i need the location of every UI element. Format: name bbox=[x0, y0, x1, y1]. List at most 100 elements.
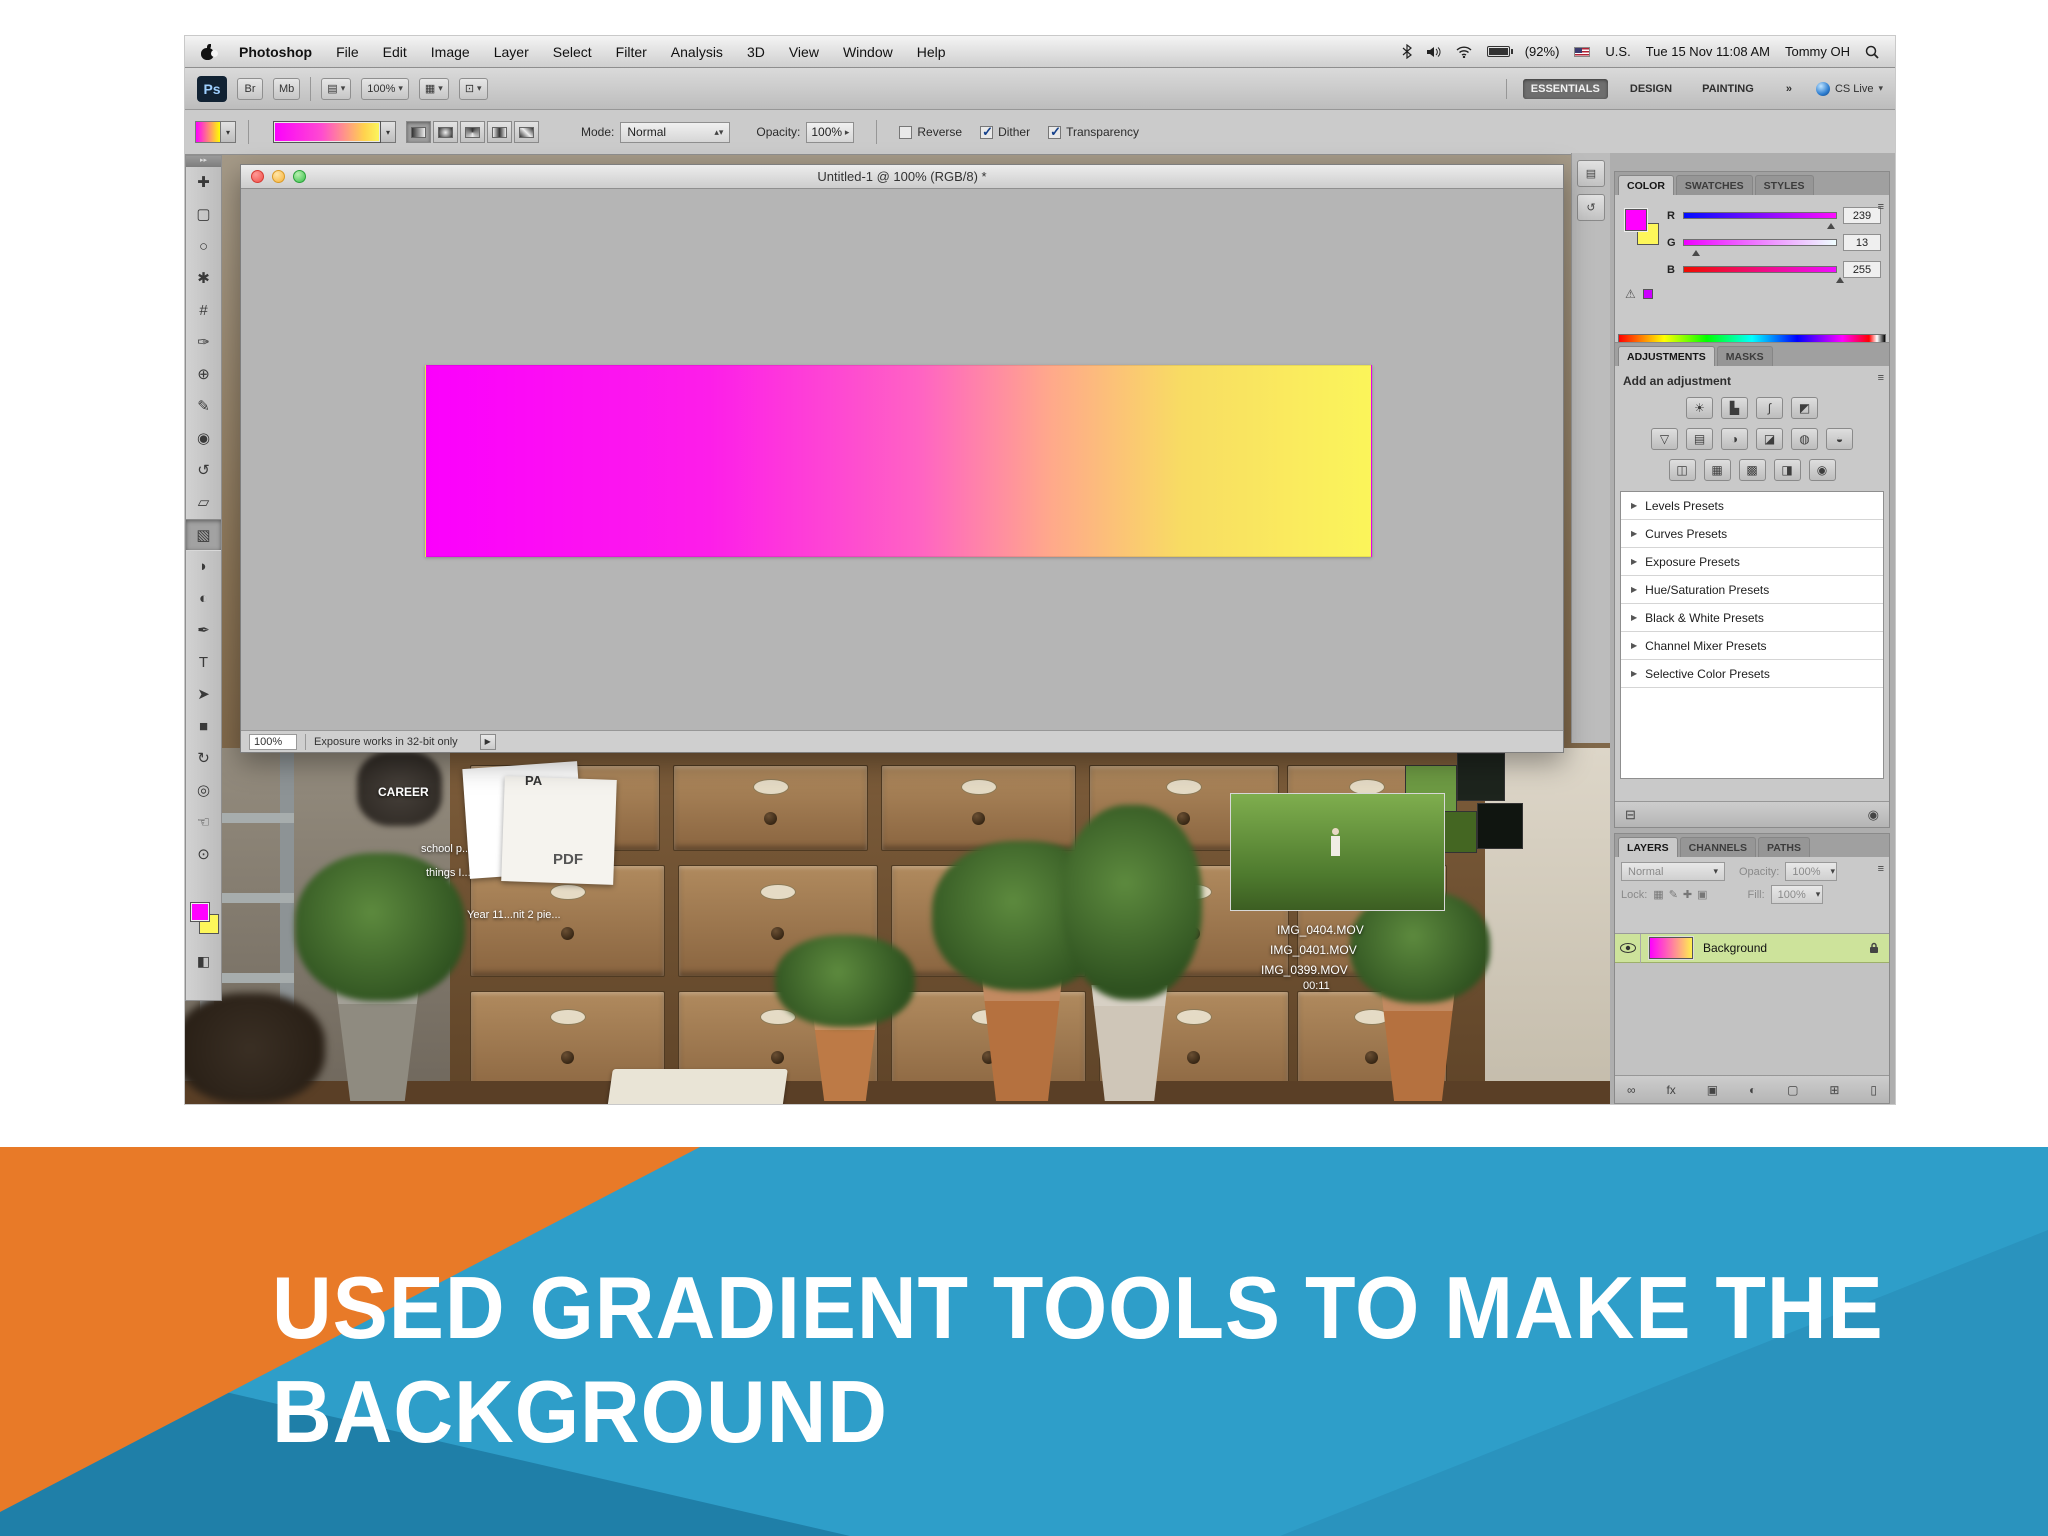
quick-selection-tool[interactable]: ✱ bbox=[186, 263, 221, 295]
vibrance-adjustment-icon[interactable]: ▽ bbox=[1651, 428, 1678, 450]
bridge-button[interactable]: Br bbox=[237, 77, 263, 100]
workspace-painting[interactable]: PAINTING bbox=[1694, 79, 1762, 99]
view-extras-button[interactable]: ▤ ▾ bbox=[321, 77, 352, 100]
preset-hue-saturation-presets[interactable]: ▶ Hue/Saturation Presets bbox=[1621, 576, 1883, 604]
zoom-level-button[interactable]: 100% ▾ bbox=[361, 77, 409, 100]
linear-gradient-button[interactable] bbox=[406, 121, 431, 143]
layer-opacity-field[interactable]: 100% ▾ bbox=[1785, 862, 1838, 881]
menu-photoshop[interactable]: Photoshop bbox=[239, 44, 312, 60]
menu-edit[interactable]: Edit bbox=[383, 44, 407, 60]
input-language[interactable]: U.S. bbox=[1605, 44, 1630, 59]
adjustments-visibility-icon[interactable]: ◉ bbox=[1868, 807, 1879, 823]
preset-channel-mixer-presets[interactable]: ▶ Channel Mixer Presets bbox=[1621, 632, 1883, 660]
preset-black-white-presets[interactable]: ▶ Black & White Presets bbox=[1621, 604, 1883, 632]
shape-tool[interactable]: ■ bbox=[186, 711, 221, 743]
threshold-adjustment-icon[interactable]: ▩ bbox=[1738, 459, 1766, 481]
invert-adjustment-icon[interactable]: ◫ bbox=[1668, 459, 1696, 481]
quick-mask-icon[interactable]: ◧ bbox=[186, 953, 221, 970]
layer-mask-icon[interactable]: ▣ bbox=[1707, 1083, 1718, 1097]
pen-tool[interactable]: ✒ bbox=[186, 615, 221, 647]
diamond-gradient-button[interactable] bbox=[514, 121, 539, 143]
color-tab-swatches[interactable]: SWATCHES bbox=[1675, 175, 1753, 195]
layers-tab-paths[interactable]: PATHS bbox=[1757, 837, 1811, 857]
link-layers-icon[interactable]: ∞ bbox=[1627, 1083, 1636, 1097]
toolbar-foreground-color[interactable] bbox=[190, 902, 210, 922]
layer-name[interactable]: Background bbox=[1703, 941, 1767, 955]
foreground-color-chip[interactable] bbox=[1624, 208, 1648, 232]
lasso-tool[interactable]: ○ bbox=[186, 231, 221, 263]
preset-curves-presets[interactable]: ▶ Curves Presets bbox=[1621, 520, 1883, 548]
curves-adjustment-icon[interactable]: ∫ bbox=[1756, 397, 1783, 419]
menu-layer[interactable]: Layer bbox=[494, 44, 529, 60]
desktop-label-career[interactable]: CAREER bbox=[378, 785, 429, 799]
lock-position-icon[interactable]: ✚ bbox=[1683, 888, 1692, 901]
selective-color-adjustment-icon[interactable]: ◉ bbox=[1808, 459, 1836, 481]
preset-exposure-presets[interactable]: ▶ Exposure Presets bbox=[1621, 548, 1883, 576]
eraser-tool[interactable]: ▱ bbox=[186, 487, 221, 519]
gradient-tool[interactable]: ▧ bbox=[186, 519, 221, 551]
hand-tool[interactable]: ☜ bbox=[186, 807, 221, 839]
delete-layer-icon[interactable]: ▯ bbox=[1870, 1083, 1877, 1097]
eyedropper-tool[interactable]: ✑ bbox=[186, 327, 221, 359]
exposure-adjustment-icon[interactable]: ◩ bbox=[1791, 397, 1818, 419]
channel-B-value[interactable]: 255 bbox=[1843, 261, 1881, 278]
apple-menu-icon[interactable] bbox=[201, 43, 218, 60]
menu-select[interactable]: Select bbox=[553, 44, 592, 60]
layer-thumbnail[interactable] bbox=[1648, 936, 1694, 960]
lock-all-icon[interactable]: ▣ bbox=[1697, 888, 1707, 901]
desktop-file-img-0404-mov[interactable]: IMG_0404.MOV bbox=[1277, 923, 1364, 937]
gradient-editor[interactable]: ▾ bbox=[273, 121, 396, 143]
history-panel-icon[interactable]: ↺ bbox=[1577, 194, 1605, 221]
color-balance-adjustment-icon[interactable]: ◑ bbox=[1721, 428, 1748, 450]
color-panel-menu-icon[interactable]: ≡ bbox=[1878, 201, 1884, 213]
preset-levels-presets[interactable]: ▶ Levels Presets bbox=[1621, 492, 1883, 520]
menu-view[interactable]: View bbox=[789, 44, 819, 60]
channel-R-value[interactable]: 239 bbox=[1843, 207, 1881, 224]
black-white-adjustment-icon[interactable]: ◪ bbox=[1756, 428, 1783, 450]
menubar-clock[interactable]: Tue 15 Nov 11:08 AM bbox=[1646, 44, 1770, 59]
input-language-flag-icon[interactable] bbox=[1574, 46, 1591, 57]
screen-mode-button[interactable]: ⊡ ▾ bbox=[458, 77, 488, 100]
layer-visibility-icon[interactable] bbox=[1615, 933, 1641, 963]
radial-gradient-button[interactable] bbox=[433, 121, 458, 143]
layer-group-icon[interactable]: ▢ bbox=[1787, 1083, 1798, 1097]
layer-row-background[interactable]: Background bbox=[1615, 933, 1889, 963]
desktop-label-line3[interactable]: Year 11...nit 2 pie... bbox=[467, 909, 561, 921]
layer-fill-field[interactable]: 100% ▾ bbox=[1770, 885, 1823, 904]
channel-R-slider[interactable] bbox=[1683, 212, 1837, 229]
gradient-sample[interactable] bbox=[273, 121, 381, 143]
toolbar-collapse-icon[interactable]: ▸▸ bbox=[186, 156, 221, 167]
channel-G-value[interactable]: 13 bbox=[1843, 234, 1881, 251]
menubar-user[interactable]: Tommy OH bbox=[1785, 44, 1850, 59]
mini-bridge-button[interactable]: Mb bbox=[273, 77, 301, 100]
document-zoom-field[interactable]: 100% bbox=[249, 733, 297, 750]
blur-tool[interactable]: ◗ bbox=[186, 551, 221, 583]
adjustments-panel-menu-icon[interactable]: ≡ bbox=[1878, 372, 1884, 384]
checkbox-dither-box[interactable] bbox=[980, 124, 994, 140]
dodge-tool[interactable]: ◐ bbox=[186, 583, 221, 615]
adjustment-layer-icon[interactable]: ◐ bbox=[1749, 1083, 1756, 1097]
new-layer-icon[interactable]: ⊞ bbox=[1829, 1083, 1839, 1097]
mode-select[interactable]: Normal ▴▾ bbox=[620, 121, 731, 143]
menu-filter[interactable]: Filter bbox=[616, 44, 647, 60]
move-tool[interactable]: ✚ bbox=[186, 167, 221, 199]
gamut-warning-icon[interactable]: ⚠ bbox=[1625, 287, 1636, 301]
volume-icon[interactable] bbox=[1426, 46, 1441, 58]
adjustments-tab-masks[interactable]: MASKS bbox=[1716, 346, 1773, 366]
channel-G-slider[interactable] bbox=[1683, 239, 1837, 256]
wifi-icon[interactable] bbox=[1456, 45, 1472, 58]
desktop-pdf-icon-label[interactable]: PDF bbox=[553, 851, 583, 868]
bluetooth-icon[interactable] bbox=[1402, 44, 1412, 59]
history-brush-tool[interactable]: ↺ bbox=[186, 455, 221, 487]
menu-image[interactable]: Image bbox=[431, 44, 470, 60]
desktop-file-img-0399-mov[interactable]: IMG_0399.MOV bbox=[1261, 963, 1348, 977]
tool-preset-picker[interactable]: ▾ bbox=[195, 121, 236, 143]
angle-gradient-button[interactable] bbox=[460, 121, 485, 143]
zoom-tool[interactable]: ⊙ bbox=[186, 839, 221, 871]
workspace-design[interactable]: DESIGN bbox=[1622, 79, 1680, 99]
menu-help[interactable]: Help bbox=[917, 44, 946, 60]
menu-3d[interactable]: 3D bbox=[747, 44, 765, 60]
hue-saturation-adjustment-icon[interactable]: ▤ bbox=[1686, 428, 1713, 450]
3d-orbit-tool[interactable]: ◎ bbox=[186, 775, 221, 807]
levels-adjustment-icon[interactable]: ▙ bbox=[1721, 397, 1748, 419]
